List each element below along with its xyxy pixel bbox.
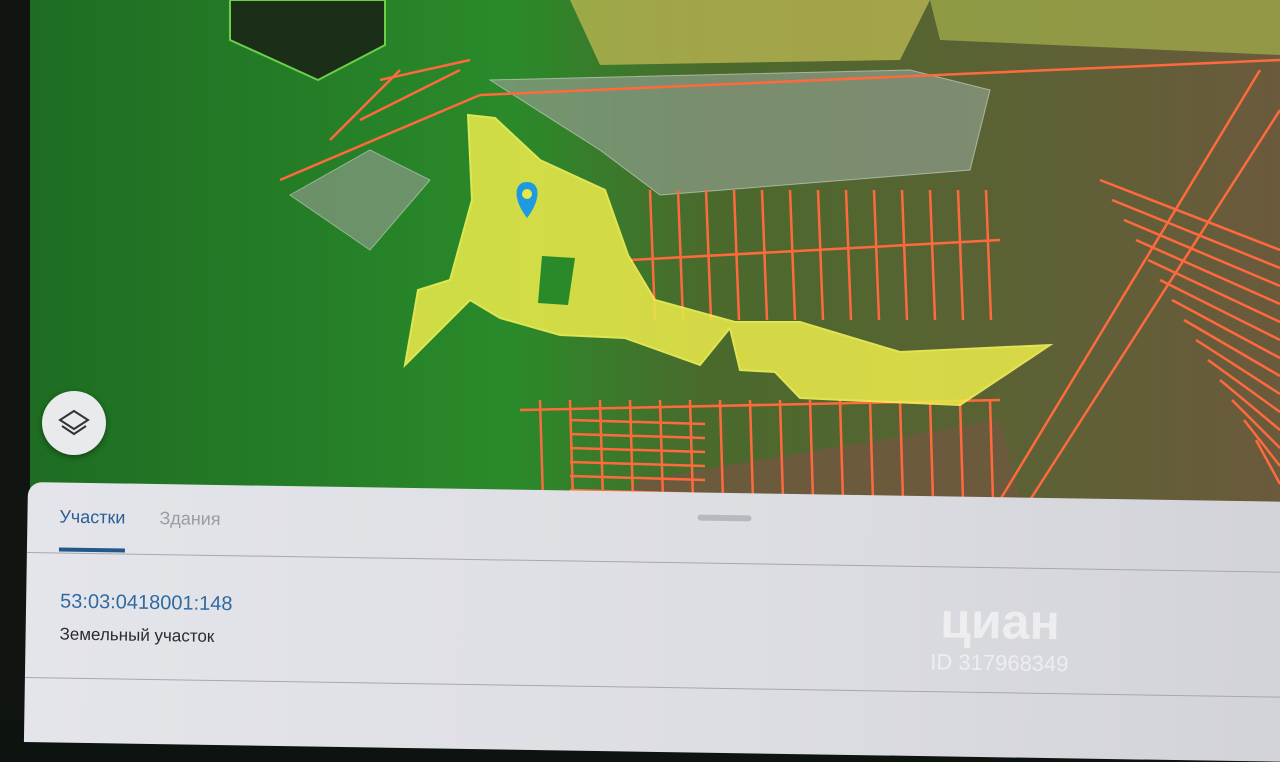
- cadastral-number[interactable]: 53:03:0418001:148: [60, 591, 233, 617]
- divider: [24, 676, 1280, 698]
- divider: [26, 551, 1280, 573]
- field-area: [570, 0, 930, 65]
- layers-icon: [58, 409, 90, 436]
- watermark-id: ID 317968349: [930, 649, 1069, 677]
- drag-handle[interactable]: [697, 514, 752, 522]
- bottom-sheet: Участки Здания 53:03:0418001:148 Земельн…: [23, 482, 1280, 762]
- tab-parcels[interactable]: Участки: [58, 506, 126, 553]
- tab-bar: Участки Здания: [58, 506, 221, 554]
- tab-buildings[interactable]: Здания: [159, 508, 220, 554]
- layers-button[interactable]: [42, 391, 106, 455]
- parcel-type: Земельный участок: [59, 624, 215, 646]
- watermark: циан ID 317968349: [930, 591, 1070, 677]
- watermark-brand: циан: [939, 592, 1061, 651]
